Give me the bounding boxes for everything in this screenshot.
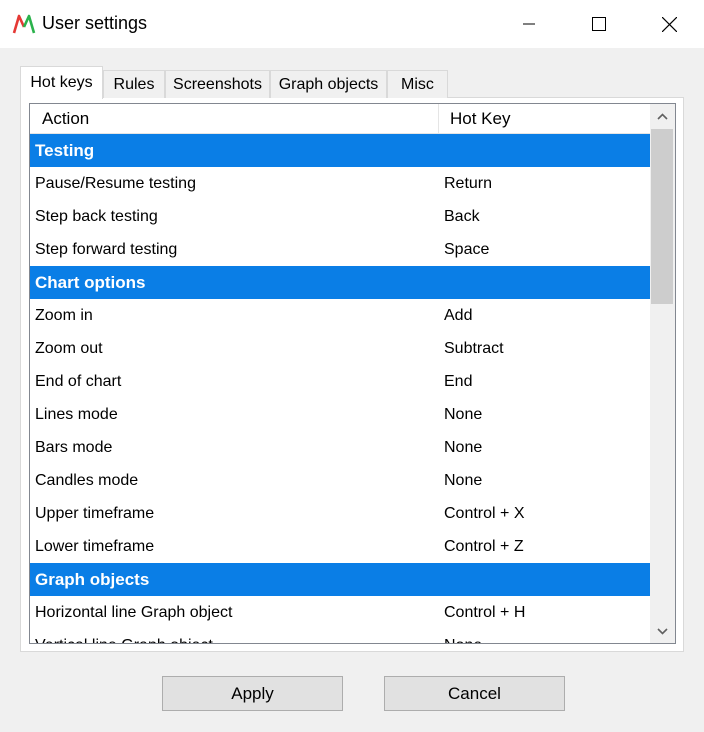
- table-row[interactable]: Step back testing Back: [30, 200, 650, 233]
- hotkey-cell[interactable]: End: [444, 365, 472, 398]
- action-cell: Lines mode: [35, 406, 118, 423]
- table-row[interactable]: Candles mode None: [30, 464, 650, 497]
- group-label: Testing: [35, 141, 95, 160]
- table-row[interactable]: End of chart End: [30, 365, 650, 398]
- group-header-row[interactable]: Chart options: [30, 266, 650, 299]
- tab-graph-objects[interactable]: Graph objects: [270, 70, 387, 98]
- scroll-up-button[interactable]: [650, 104, 675, 128]
- chevron-up-icon: [657, 112, 668, 120]
- group-label: Graph objects: [35, 570, 150, 589]
- hotkey-cell[interactable]: None: [444, 464, 482, 497]
- cancel-button[interactable]: Cancel: [384, 676, 565, 711]
- action-cell: Pause/Resume testing: [35, 175, 196, 192]
- vertical-scrollbar[interactable]: [650, 104, 675, 643]
- hotkeys-list[interactable]: Action Hot Key Testing Pause/Resume testi…: [29, 103, 676, 644]
- hotkey-cell[interactable]: None: [444, 398, 482, 431]
- hotkey-cell[interactable]: None: [444, 629, 482, 643]
- scroll-down-button[interactable]: [650, 619, 675, 643]
- action-cell: Step forward testing: [35, 241, 178, 258]
- column-header-action[interactable]: Action: [30, 104, 89, 134]
- action-cell: Bars mode: [35, 439, 113, 456]
- table-row[interactable]: Bars mode None: [30, 431, 650, 464]
- table-row[interactable]: Upper timeframe Control + X: [30, 497, 650, 530]
- table-row[interactable]: Vertical line Graph object None: [30, 629, 650, 643]
- action-cell: Step back testing: [35, 208, 158, 225]
- maximize-button[interactable]: [564, 0, 634, 48]
- title-bar[interactable]: User settings: [0, 0, 704, 48]
- minimize-icon: [523, 23, 535, 25]
- hotkey-cell[interactable]: Return: [444, 167, 492, 200]
- action-cell: Zoom in: [35, 307, 93, 324]
- chevron-down-icon: [657, 627, 668, 635]
- tab-rules[interactable]: Rules: [103, 70, 165, 98]
- tab-screenshots[interactable]: Screenshots: [165, 70, 270, 98]
- window-title: User settings: [42, 13, 148, 33]
- action-cell: Zoom out: [35, 340, 103, 357]
- action-cell: Horizontal line Graph object: [35, 604, 233, 621]
- maximize-icon: [592, 17, 606, 31]
- list-header: Action Hot Key: [30, 104, 650, 134]
- hotkey-cell[interactable]: Subtract: [444, 332, 504, 365]
- app-logo-icon: [12, 13, 36, 35]
- action-cell: Candles mode: [35, 472, 139, 489]
- tab-hot-keys[interactable]: Hot keys: [20, 66, 103, 99]
- table-row[interactable]: Lower timeframe Control + Z: [30, 530, 650, 563]
- table-row[interactable]: Horizontal line Graph object Control + H: [30, 596, 650, 629]
- column-header-hot-key[interactable]: Hot Key: [438, 104, 510, 134]
- hotkey-cell[interactable]: Add: [444, 299, 472, 332]
- action-cell: Lower timeframe: [35, 538, 155, 555]
- table-row[interactable]: Zoom out Subtract: [30, 332, 650, 365]
- group-header-row[interactable]: Graph objects: [30, 563, 650, 596]
- table-row[interactable]: Zoom in Add: [30, 299, 650, 332]
- minimize-button[interactable]: [494, 0, 564, 48]
- list-rows: Testing Pause/Resume testing Return Step ba…: [30, 134, 650, 643]
- action-cell: End of chart: [35, 373, 122, 390]
- table-row[interactable]: Pause/Resume testing Return: [30, 167, 650, 200]
- tab-misc[interactable]: Misc: [387, 70, 448, 98]
- scrollbar-thumb[interactable]: [651, 129, 673, 304]
- close-button[interactable]: [634, 0, 704, 48]
- hotkey-cell[interactable]: Space: [444, 233, 489, 266]
- apply-button[interactable]: Apply: [162, 676, 343, 711]
- hotkey-cell[interactable]: Control + Z: [444, 530, 524, 563]
- close-icon: [661, 16, 677, 32]
- hotkey-cell[interactable]: Control + H: [444, 596, 525, 629]
- hotkey-cell[interactable]: Control + X: [444, 497, 524, 530]
- hotkey-cell[interactable]: Back: [444, 200, 480, 233]
- hotkey-cell[interactable]: None: [444, 431, 482, 464]
- table-row[interactable]: Lines mode None: [30, 398, 650, 431]
- action-cell: Vertical line Graph object: [35, 629, 213, 643]
- action-cell: Upper timeframe: [35, 505, 155, 522]
- user-settings-window: User settings Hot keys Rules Screenshots…: [0, 0, 704, 732]
- group-header-row[interactable]: Testing: [30, 134, 650, 167]
- table-row[interactable]: Step forward testing Space: [30, 233, 650, 266]
- group-label: Chart options: [35, 273, 146, 292]
